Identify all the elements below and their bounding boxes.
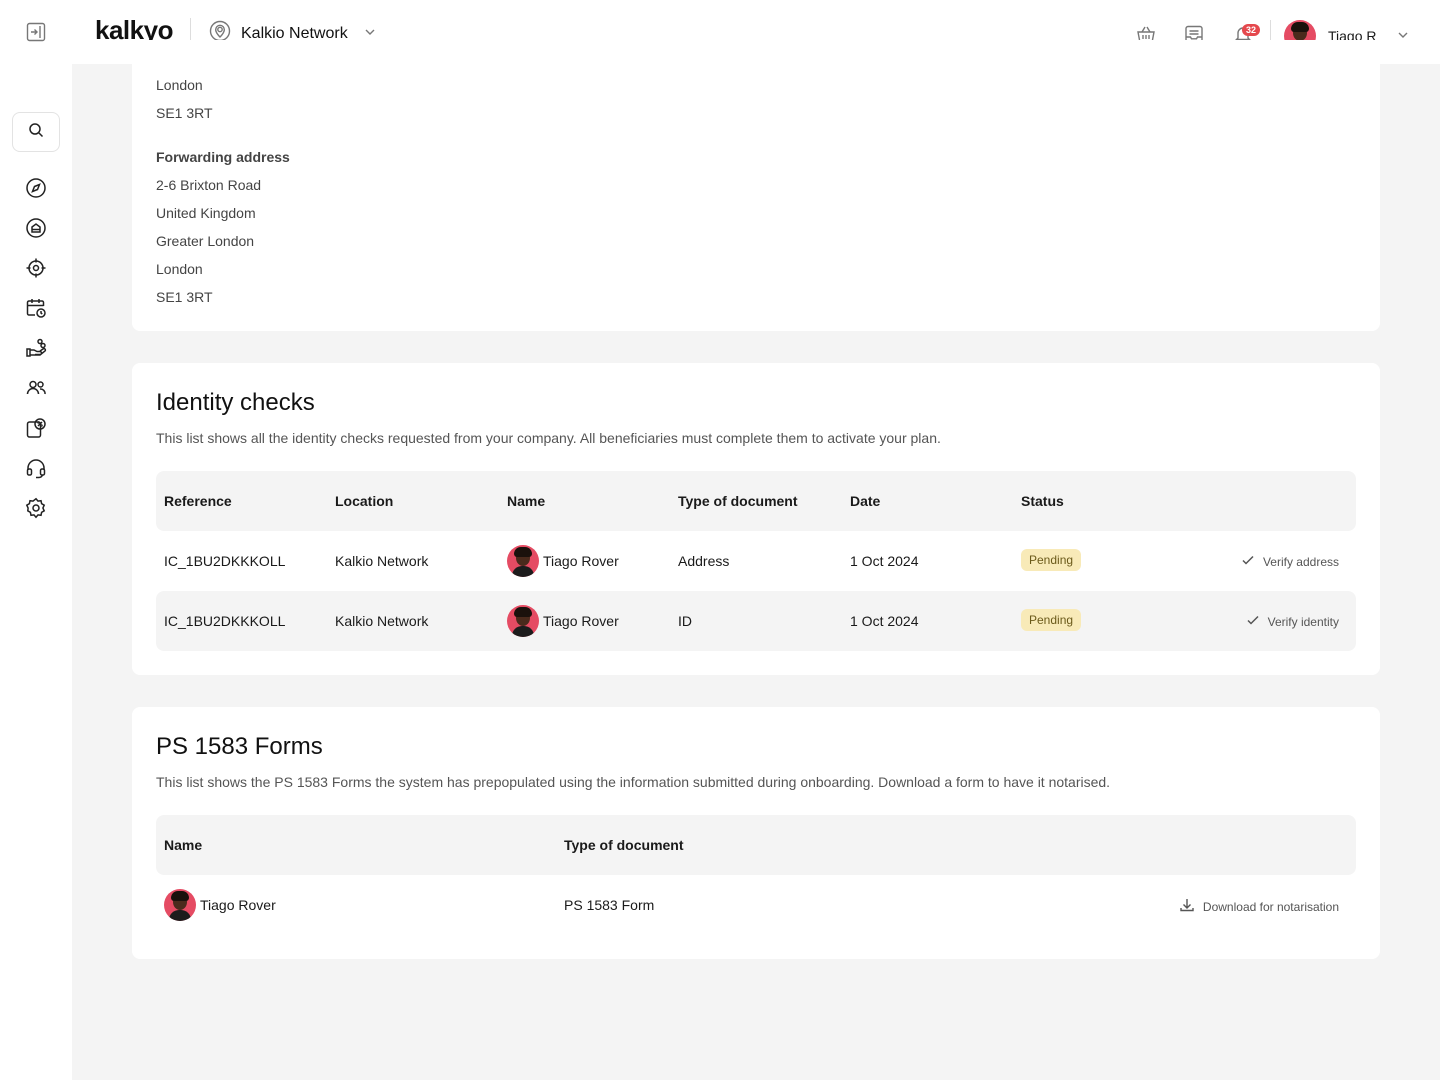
person-name: Tiago Rover [543, 553, 619, 569]
sidebar [0, 64, 72, 1080]
column-header: Location [335, 493, 394, 509]
action-label: Verify identity [1267, 614, 1339, 629]
person-cell: Tiago Rover [507, 545, 619, 577]
date-cell: 1 Oct 2024 [850, 613, 919, 629]
section-description: This list shows the PS 1583 Forms the sy… [156, 774, 1111, 790]
person-name: Tiago Rover [543, 613, 619, 629]
settings-gear-icon[interactable] [24, 496, 48, 520]
discount-icon[interactable] [24, 416, 48, 440]
document-type-cell: PS 1583 Form [564, 897, 655, 913]
target-icon[interactable] [24, 256, 48, 280]
download-for-notarisation-button[interactable]: Download for notarisation [1179, 897, 1339, 916]
column-header: Name [507, 493, 546, 509]
chevron-down-icon [1397, 28, 1409, 44]
avatar [507, 605, 539, 637]
action-label: Download for notarisation [1202, 899, 1339, 914]
table-row: IC_1BU2DKKKOLL Kalkio Network Tiago Rove… [156, 531, 1356, 591]
reference-cell: IC_1BU2DKKKOLL [164, 613, 286, 629]
verify-identity-button[interactable]: Verify identity [1246, 613, 1339, 630]
identity-checks-card: Identity checks This list shows all the … [132, 363, 1380, 675]
ps-forms-card: PS 1583 Forms This list shows the PS 158… [132, 707, 1380, 959]
person-name: Tiago Rover [200, 897, 276, 913]
column-header: Status [1021, 493, 1064, 509]
address-line: SE1 3RT [156, 105, 213, 121]
mailbox-icon[interactable] [24, 216, 48, 240]
table-row: Tiago Rover PS 1583 Form Download for no… [156, 875, 1356, 935]
calendar-clock-icon[interactable] [24, 296, 48, 320]
address-line: Greater London [156, 233, 255, 249]
notification-count-badge: 32 [1242, 24, 1261, 36]
section-title: PS 1583 Forms [156, 733, 323, 760]
status-badge: Pending [1021, 549, 1082, 571]
hand-coins-icon[interactable] [24, 336, 48, 360]
location-cell: Kalkio Network [335, 553, 429, 569]
location-cell: Kalkio Network [335, 613, 429, 629]
headset-icon[interactable] [24, 456, 48, 480]
check-icon [1241, 553, 1255, 570]
date-cell: 1 Oct 2024 [850, 553, 919, 569]
address-line: 2-6 Brixton Road [156, 177, 262, 193]
column-header: Reference [164, 493, 232, 509]
person-cell: Tiago Rover [507, 605, 619, 637]
column-header: Type of document [678, 493, 798, 509]
search-icon [28, 122, 44, 143]
action-label: Verify address [1262, 554, 1339, 569]
avatar [164, 889, 196, 921]
document-type-cell: ID [678, 613, 692, 629]
check-icon [1246, 613, 1260, 630]
document-type-cell: Address [678, 553, 730, 569]
status-badge: Pending [1021, 609, 1082, 631]
search-button[interactable] [12, 112, 60, 152]
reference-cell: IC_1BU2DKKKOLL [164, 553, 286, 569]
person-cell: Tiago Rover [164, 889, 276, 921]
table-header: Name Type of document [156, 815, 1356, 875]
address-line: London [156, 77, 203, 93]
section-title: Identity checks [156, 389, 315, 416]
address-line: SE1 3RT [156, 289, 213, 305]
users-icon[interactable] [24, 376, 48, 400]
address-line: London [156, 261, 203, 277]
column-header: Date [850, 493, 881, 509]
address-card: London SE1 3RT Forwarding address 2-6 Br… [132, 40, 1380, 331]
column-header: Name [164, 837, 203, 853]
compass-icon[interactable] [24, 176, 48, 200]
address-line: United Kingdom [156, 205, 256, 221]
table-header: Reference Location Name Type of document… [156, 471, 1356, 531]
verify-address-button[interactable]: Verify address [1241, 553, 1339, 570]
section-description: This list shows all the identity checks … [156, 430, 941, 446]
column-header: Type of document [564, 837, 684, 853]
forwarding-address-label: Forwarding address [156, 149, 290, 165]
expand-sidebar-icon[interactable] [26, 22, 46, 42]
table-row: IC_1BU2DKKKOLL Kalkio Network Tiago Rove… [156, 591, 1356, 651]
download-icon [1179, 897, 1195, 916]
avatar [507, 545, 539, 577]
